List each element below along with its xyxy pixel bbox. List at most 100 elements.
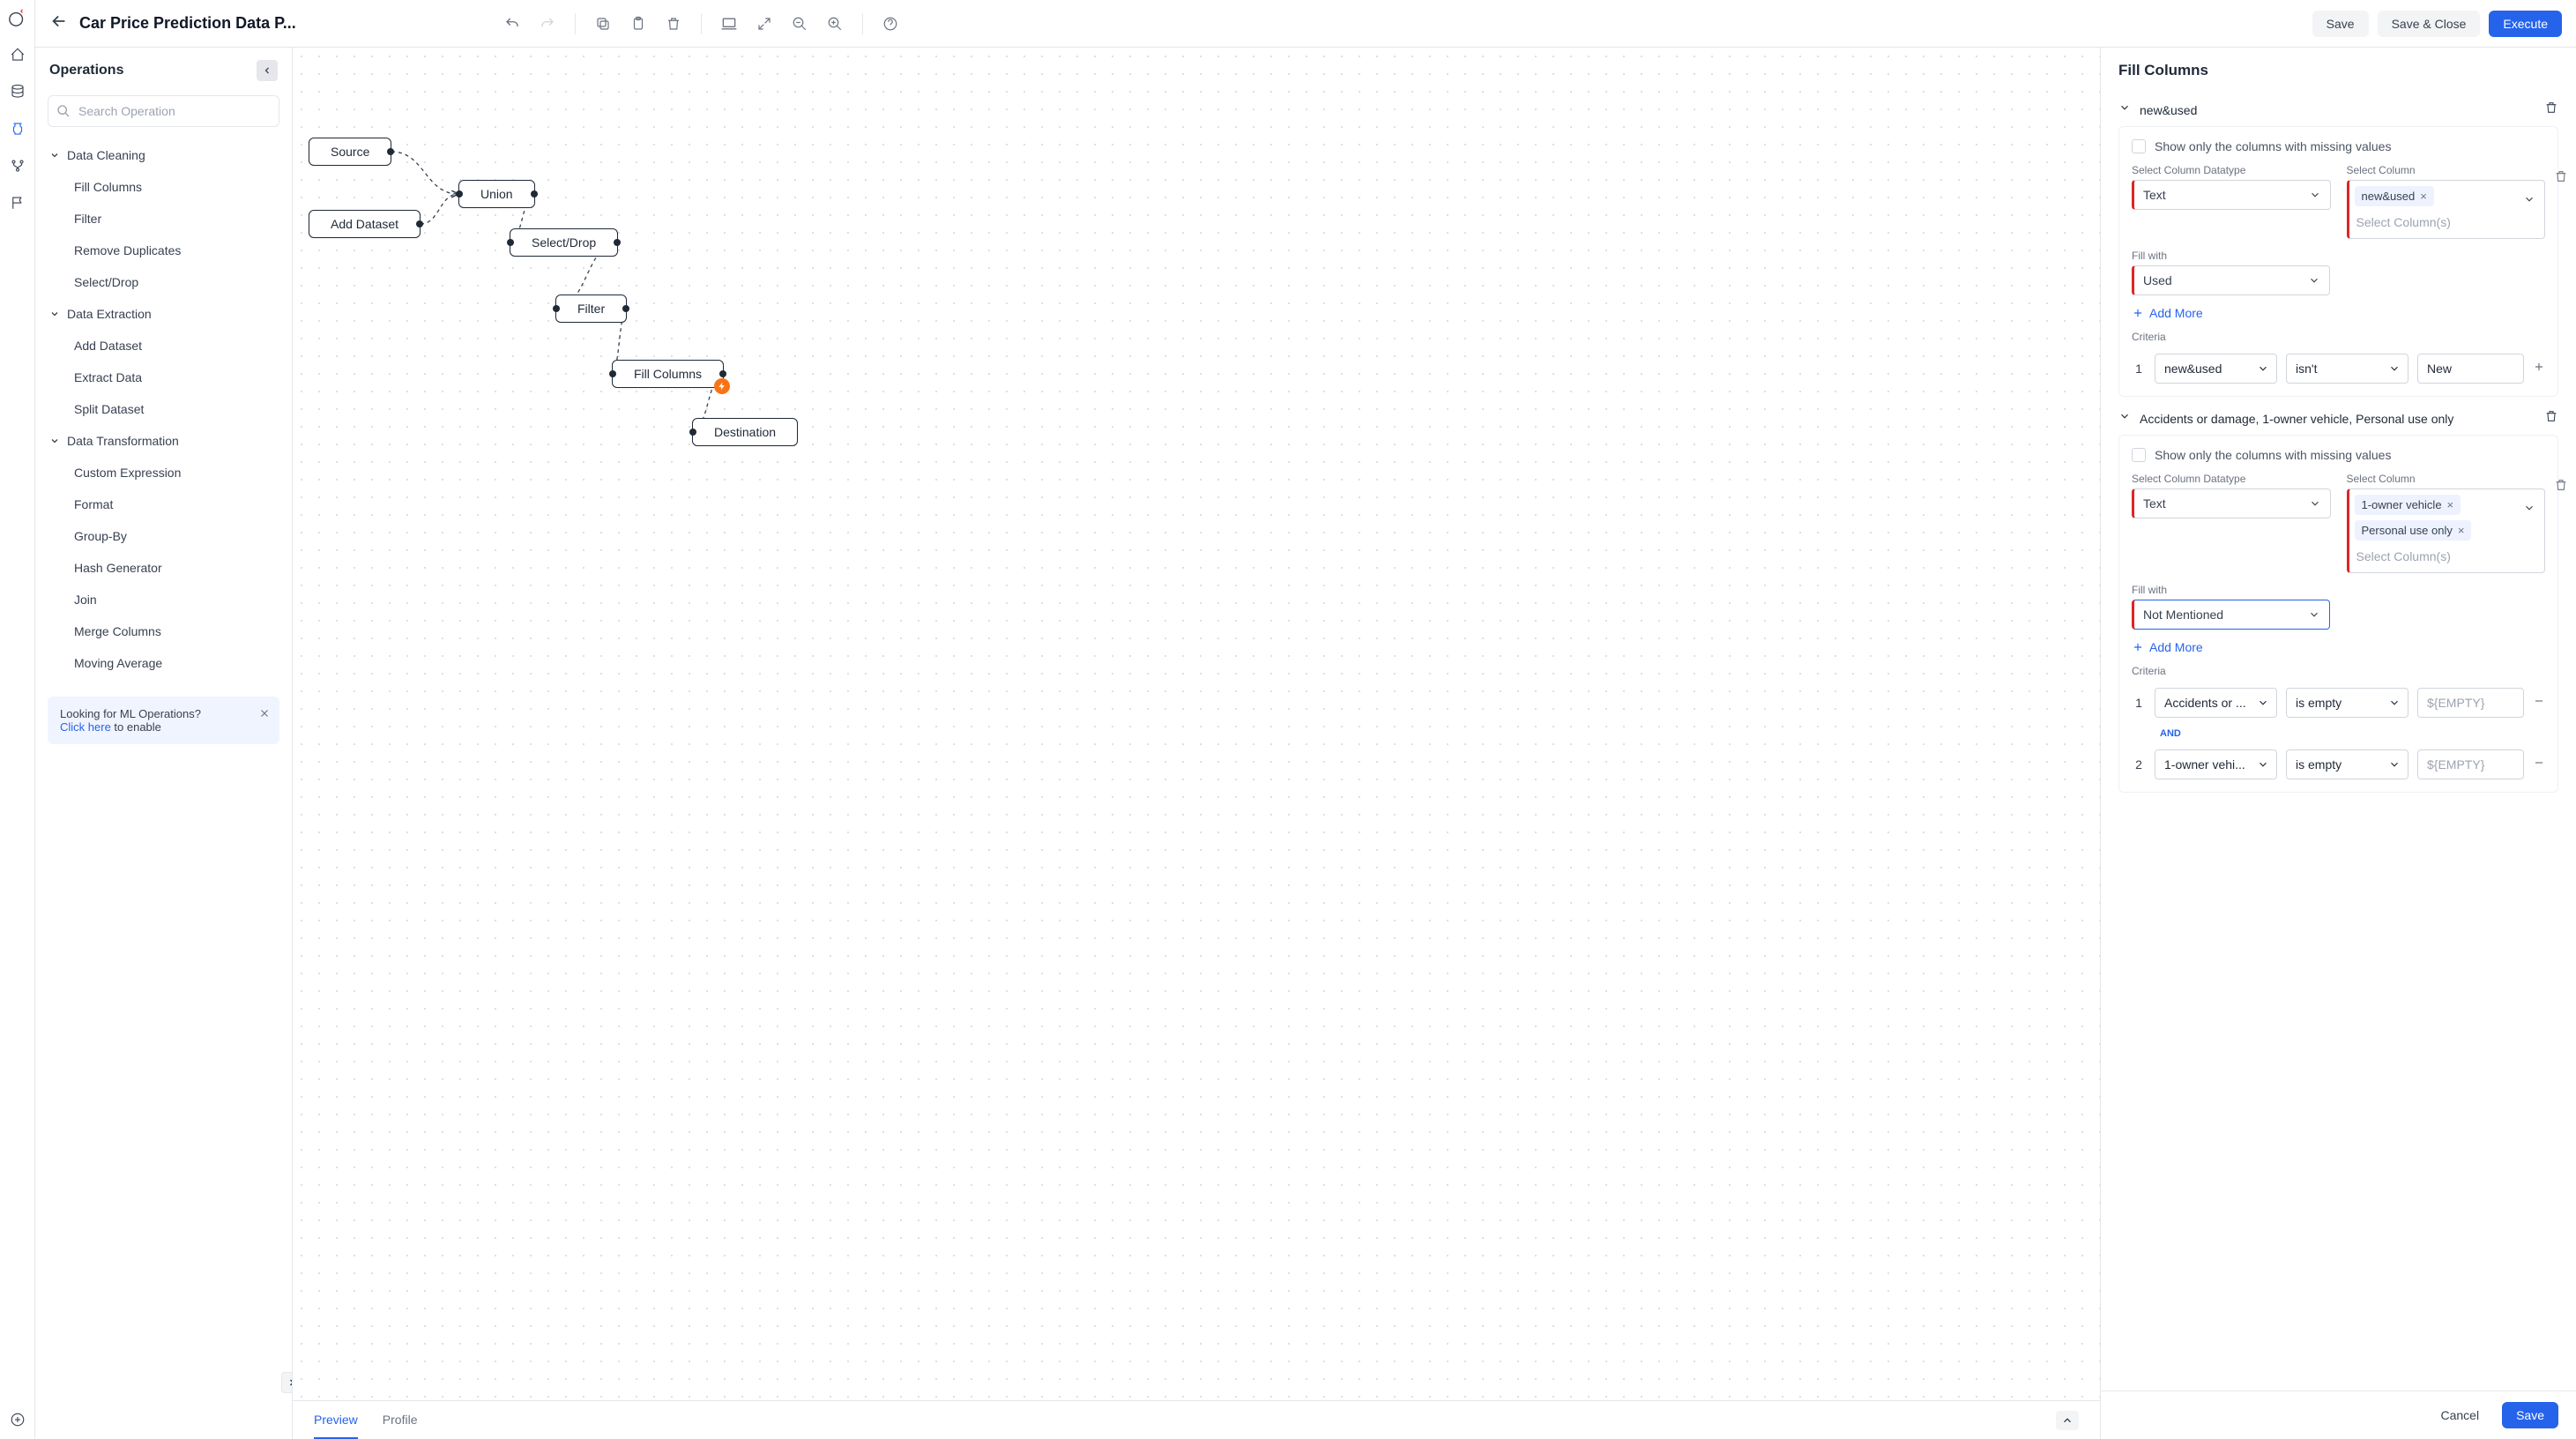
- criteria-field-select[interactable]: Accidents or ...: [2155, 688, 2277, 718]
- tree-category[interactable]: Data Cleaning: [35, 139, 292, 171]
- home-icon[interactable]: [7, 44, 28, 65]
- criteria-number: 1: [2132, 362, 2146, 376]
- datatype-label: Select Column Datatype: [2132, 164, 2331, 176]
- pipeline-icon[interactable]: [7, 118, 28, 139]
- column-multiselect[interactable]: 1-owner vehicle×Personal use only× Selec…: [2347, 488, 2546, 573]
- tree-item[interactable]: Add Dataset: [35, 330, 292, 362]
- search-operations-input[interactable]: [48, 95, 279, 127]
- node-union[interactable]: Union: [458, 180, 535, 208]
- database-icon[interactable]: [7, 81, 28, 102]
- panel-title: Fill Columns: [2118, 62, 2558, 79]
- criteria-operator-select[interactable]: is empty: [2286, 688, 2408, 718]
- datatype-select[interactable]: Text: [2132, 488, 2331, 518]
- tree-item[interactable]: Hash Generator: [35, 552, 292, 584]
- delete-column-select-icon[interactable]: [2554, 478, 2568, 496]
- expand-bottom-button[interactable]: [2056, 1411, 2079, 1430]
- tree-item[interactable]: Select/Drop: [35, 266, 292, 298]
- bottom-tabs: Preview Profile: [293, 1400, 2100, 1439]
- save-button[interactable]: Save: [2312, 11, 2369, 37]
- add-more-button[interactable]: Add More: [2132, 306, 2545, 320]
- delete-column-select-icon[interactable]: [2554, 169, 2568, 188]
- node-destination[interactable]: Destination: [692, 418, 798, 446]
- chip-remove-icon[interactable]: ×: [2447, 498, 2454, 511]
- fill-with-select[interactable]: Used: [2132, 265, 2330, 295]
- expand-sidebar-handle[interactable]: [281, 1372, 293, 1393]
- save-close-button[interactable]: Save & Close: [2378, 11, 2481, 37]
- expand-icon[interactable]: [753, 12, 776, 35]
- criteria-value-input[interactable]: New: [2417, 354, 2524, 384]
- node-source[interactable]: Source: [309, 138, 391, 166]
- close-callout-icon[interactable]: [258, 707, 271, 722]
- delete-icon[interactable]: [662, 12, 685, 35]
- criteria-and-label: AND: [2160, 728, 2545, 739]
- tree-item[interactable]: Join: [35, 584, 292, 615]
- section-title: new&used: [2140, 103, 2535, 117]
- fill-label: Fill with: [2132, 584, 2330, 596]
- callout-link[interactable]: Click here: [60, 720, 111, 734]
- datatype-select[interactable]: Text: [2132, 180, 2331, 210]
- tree-item[interactable]: Fill Columns: [35, 171, 292, 203]
- criteria-field-select[interactable]: new&used: [2155, 354, 2277, 384]
- add-icon[interactable]: [7, 1409, 28, 1430]
- add-more-button[interactable]: Add More: [2132, 640, 2545, 654]
- criteria-action-icon[interactable]: [2533, 361, 2545, 377]
- criteria-operator-select[interactable]: is empty: [2286, 749, 2408, 779]
- show-missing-checkbox[interactable]: [2132, 139, 2146, 153]
- tree-item[interactable]: Group-By: [35, 520, 292, 552]
- tree-category[interactable]: Data Transformation: [35, 425, 292, 457]
- tree-item[interactable]: Format: [35, 488, 292, 520]
- branches-icon[interactable]: [7, 155, 28, 176]
- callout-line2: to enable: [111, 720, 161, 734]
- pipeline-canvas[interactable]: Source Add Dataset Union Select/Drop Filter F…: [293, 48, 2100, 1400]
- ml-operations-callout: Looking for ML Operations? Click here to…: [48, 697, 279, 744]
- zoom-in-icon[interactable]: [823, 12, 846, 35]
- criteria-action-icon[interactable]: [2533, 757, 2545, 773]
- copy-icon[interactable]: [592, 12, 614, 35]
- execute-button[interactable]: Execute: [2489, 11, 2562, 37]
- delete-section-icon[interactable]: [2544, 409, 2558, 428]
- criteria-field-select[interactable]: 1-owner vehi...: [2155, 749, 2277, 779]
- node-fill_columns[interactable]: Fill Columns: [612, 360, 724, 388]
- criteria-operator-select[interactable]: isn't: [2286, 354, 2408, 384]
- back-button[interactable]: [49, 11, 69, 35]
- zoom-out-icon[interactable]: [788, 12, 811, 35]
- chip-remove-icon[interactable]: ×: [2458, 524, 2465, 537]
- cancel-button[interactable]: Cancel: [2426, 1402, 2493, 1428]
- criteria-action-icon[interactable]: [2533, 695, 2545, 712]
- flag-icon[interactable]: [7, 192, 28, 213]
- tree-item[interactable]: Remove Duplicates: [35, 235, 292, 266]
- search-icon: [56, 104, 71, 118]
- node-select_drop[interactable]: Select/Drop: [510, 228, 618, 257]
- chevron-down-icon[interactable]: [2118, 410, 2131, 427]
- criteria-value-input[interactable]: ${EMPTY}: [2417, 688, 2524, 718]
- laptop-icon[interactable]: [718, 12, 741, 35]
- clipboard-icon[interactable]: [627, 12, 650, 35]
- node-add_dataset[interactable]: Add Dataset: [309, 210, 421, 238]
- fill-with-select[interactable]: Not Mentioned: [2132, 600, 2330, 630]
- redo-icon[interactable]: [536, 12, 559, 35]
- tree-item[interactable]: Custom Expression: [35, 457, 292, 488]
- delete-section-icon[interactable]: [2544, 101, 2558, 119]
- column-label: Select Column: [2347, 164, 2546, 176]
- criteria-number: 2: [2132, 757, 2146, 772]
- chevron-down-icon[interactable]: [2118, 101, 2131, 118]
- tree-item[interactable]: Split Dataset: [35, 393, 292, 425]
- tab-profile[interactable]: Profile: [383, 1402, 418, 1439]
- chip-remove-icon[interactable]: ×: [2420, 190, 2427, 203]
- tab-preview[interactable]: Preview: [314, 1402, 358, 1439]
- collapse-sidebar-button[interactable]: [257, 60, 278, 81]
- tree-item[interactable]: Merge Columns: [35, 615, 292, 647]
- criteria-value-input[interactable]: ${EMPTY}: [2417, 749, 2524, 779]
- tree-item[interactable]: Extract Data: [35, 362, 292, 393]
- section-block: Show only the columns with missing value…: [2118, 126, 2558, 397]
- show-missing-checkbox[interactable]: [2132, 448, 2146, 462]
- column-multiselect[interactable]: new&used× Select Column(s): [2347, 180, 2546, 239]
- show-missing-label: Show only the columns with missing value…: [2155, 139, 2391, 153]
- tree-category[interactable]: Data Extraction: [35, 298, 292, 330]
- help-icon[interactable]: [879, 12, 902, 35]
- tree-item[interactable]: Filter: [35, 203, 292, 235]
- node-filter[interactable]: Filter: [555, 295, 627, 323]
- undo-icon[interactable]: [501, 12, 524, 35]
- tree-item[interactable]: Moving Average: [35, 647, 292, 679]
- panel-save-button[interactable]: Save: [2502, 1402, 2558, 1428]
